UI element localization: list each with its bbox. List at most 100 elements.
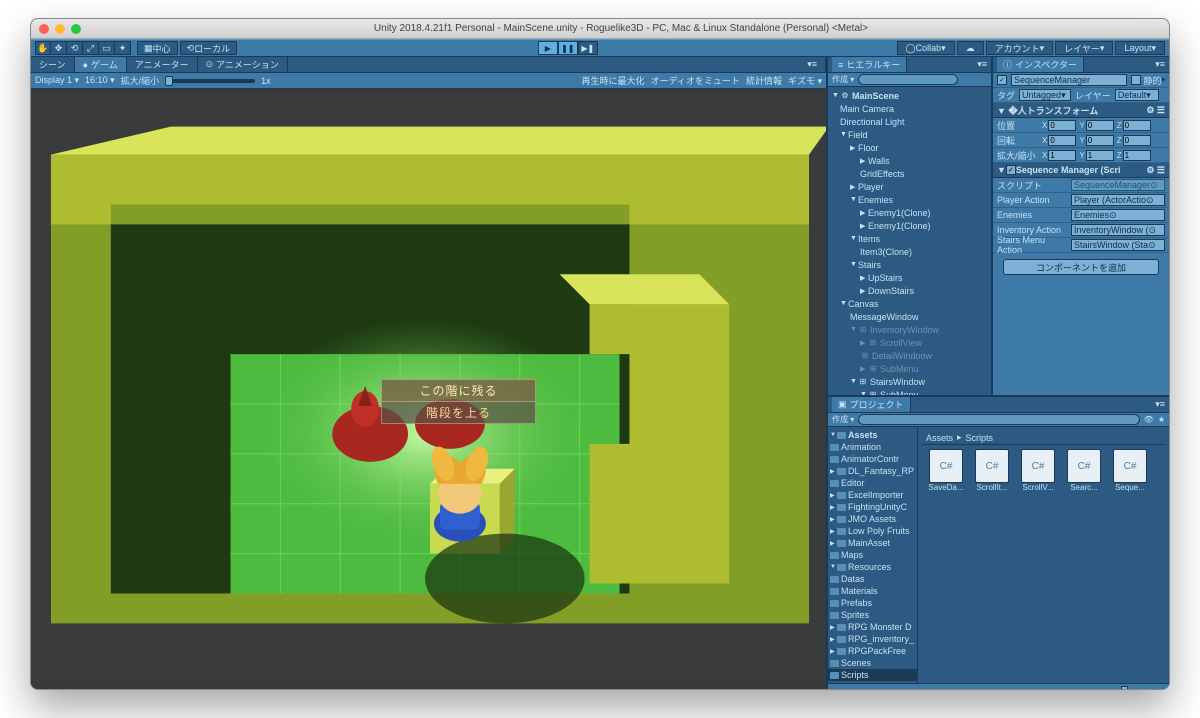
tree-item[interactable]: ▶Enemy1(Clone) xyxy=(828,206,991,219)
scale-x[interactable] xyxy=(1048,150,1076,161)
create-dropdown[interactable]: 作成 ▾ xyxy=(832,74,854,85)
tree-item[interactable]: ▼⊞InventoryWindow xyxy=(828,323,991,336)
step-button[interactable]: ▶❚ xyxy=(578,41,598,55)
tree-item[interactable]: ▶Enemy1(Clone) xyxy=(828,219,991,232)
folder-item[interactable]: ▶RPGPackFree xyxy=(828,645,917,657)
folder-item[interactable]: Editor xyxy=(828,477,917,489)
folder-item[interactable]: Sprites xyxy=(828,609,917,621)
gear-icon[interactable]: ⚙ ☰ xyxy=(1146,165,1165,176)
tree-item[interactable]: ▼⊞StairsWindow xyxy=(828,375,991,388)
layer-dropdown[interactable]: Default ▾ xyxy=(1115,89,1159,101)
asset-item[interactable]: C#Searc... xyxy=(1064,449,1104,492)
folder-item[interactable]: ▼Assets xyxy=(828,429,917,441)
tree-item[interactable]: ▶Player xyxy=(828,180,991,193)
display-dropdown[interactable]: Display 1 ▾ xyxy=(35,75,79,86)
project-tab[interactable]: ▣ プロジェクト xyxy=(832,397,911,412)
rot-z[interactable] xyxy=(1123,135,1151,146)
aspect-dropdown[interactable]: 16:10 ▾ xyxy=(85,75,115,86)
folder-item[interactable]: Scenes xyxy=(828,657,917,669)
folder-item[interactable]: ▶FightingUnityC xyxy=(828,501,917,513)
tag-dropdown[interactable]: Untagged ▾ xyxy=(1019,89,1071,101)
tab-game[interactable]: ● ゲーム xyxy=(75,57,127,72)
tree-item[interactable]: ▼Field xyxy=(828,128,991,141)
account-button[interactable]: アカウント ▾ xyxy=(986,41,1054,55)
tree-item[interactable]: ▶DownStairs xyxy=(828,284,991,297)
hierarchy-tab[interactable]: ≡ ヒエラルキー xyxy=(832,57,907,72)
scale-y[interactable] xyxy=(1086,150,1114,161)
menu-option-climb[interactable]: 階段を上る xyxy=(381,402,536,424)
cloud-button[interactable]: ☁ xyxy=(957,41,984,55)
scene-root[interactable]: ▼⚙MainScene xyxy=(828,89,991,102)
rect-tool-icon[interactable]: ▭ xyxy=(99,41,115,55)
breadcrumb[interactable]: Assets ▸ Scripts xyxy=(922,431,1165,445)
tab-scene[interactable]: シーン xyxy=(31,57,75,72)
tree-item[interactable]: ▼⊞SubMenu xyxy=(828,388,991,395)
static-checkbox[interactable] xyxy=(1131,75,1141,85)
panel-menu-icon[interactable]: ▾≡ xyxy=(1155,399,1165,410)
folder-item[interactable]: Materials xyxy=(828,585,917,597)
folder-item[interactable]: ▶JMO Assets xyxy=(828,513,917,525)
enemies-field[interactable]: Enemies ⊙ xyxy=(1071,209,1165,221)
tree-item[interactable]: ▶UpStairs xyxy=(828,271,991,284)
pause-button[interactable]: ❚❚ xyxy=(558,41,578,55)
tree-item[interactable]: Item3(Clone) xyxy=(828,245,991,258)
tree-item[interactable]: ▼Enemies xyxy=(828,193,991,206)
folder-item[interactable]: Animation xyxy=(828,441,917,453)
minimize-window-icon[interactable] xyxy=(55,24,65,34)
tree-item[interactable]: ▶Floor xyxy=(828,141,991,154)
panel-menu-icon[interactable]: ▾≡ xyxy=(1155,59,1165,70)
tree-item[interactable]: ▼Stairs xyxy=(828,258,991,271)
tree-item[interactable]: ▼Items xyxy=(828,232,991,245)
tree-item[interactable]: ▶⊞ScrollView xyxy=(828,336,991,349)
thumbnail-size-slider[interactable] xyxy=(1101,689,1161,691)
pos-z[interactable] xyxy=(1123,120,1151,131)
inventory-action-field[interactable]: InventoryWindow ( ⊙ xyxy=(1071,224,1165,236)
folder-item[interactable]: Maps xyxy=(828,549,917,561)
create-dropdown[interactable]: 作成 ▾ xyxy=(832,414,854,425)
asset-item[interactable]: C#Seque... xyxy=(1110,449,1150,492)
mute-toggle[interactable]: オーディオをミュート xyxy=(651,74,740,87)
inspector-tab[interactable]: ⓘ インスペクター xyxy=(997,57,1084,72)
asset-item[interactable]: C#ScrollV... xyxy=(1018,449,1058,492)
stairs-menu-field[interactable]: StairsWindow (Sta ⊙ xyxy=(1071,239,1165,251)
scale-tool-icon[interactable]: ⤢ xyxy=(83,41,99,55)
tab-animator[interactable]: アニメーター xyxy=(127,57,198,72)
folder-item[interactable]: AnimatorContr xyxy=(828,453,917,465)
folder-item[interactable]: ▶ExcelImporter xyxy=(828,489,917,501)
pivot-button[interactable]: ▦ 中心 xyxy=(137,41,178,55)
folder-item[interactable]: Datas xyxy=(828,573,917,585)
gear-icon[interactable]: ⚙ ☰ xyxy=(1146,105,1165,116)
rot-y[interactable] xyxy=(1086,135,1114,146)
object-name-field[interactable]: SequenceManager xyxy=(1011,74,1127,86)
hierarchy-search[interactable] xyxy=(858,74,958,85)
play-button[interactable]: ▶ xyxy=(538,41,558,55)
script-component[interactable]: ▼ ✓ Sequence Manager (Scri⚙ ☰ xyxy=(993,163,1169,178)
folder-item[interactable]: ▶DL_Fantasy_RP xyxy=(828,465,917,477)
folder-item[interactable]: ▶MainAsset xyxy=(828,537,917,549)
maximize-toggle[interactable]: 再生時に最大化 xyxy=(582,74,645,87)
layers-button[interactable]: レイヤー ▾ xyxy=(1055,41,1113,55)
folder-item[interactable]: ▼Resources xyxy=(828,561,917,573)
maximize-window-icon[interactable] xyxy=(71,24,81,34)
rotate-tool-icon[interactable]: ⟲ xyxy=(67,41,83,55)
panel-menu-icon[interactable]: ▾≡ xyxy=(977,59,987,70)
folder-item[interactable]: Prefabs xyxy=(828,597,917,609)
player-action-field[interactable]: Player (ActorActio ⊙ xyxy=(1071,194,1165,206)
close-window-icon[interactable] xyxy=(39,24,49,34)
transform-component[interactable]: ▼ �人 トランスフォーム⚙ ☰ xyxy=(993,103,1169,118)
tree-item[interactable]: ▼Canvas xyxy=(828,297,991,310)
tree-item[interactable]: ▶⊞SubMenu xyxy=(828,362,991,375)
add-component-button[interactable]: コンポーネントを追加 xyxy=(1003,259,1159,275)
folder-item[interactable]: ▶RPG_inventory_ xyxy=(828,633,917,645)
hand-tool-icon[interactable]: ✋ xyxy=(35,41,51,55)
tree-item[interactable]: ⊞DetailWindoow xyxy=(828,349,991,362)
tree-item[interactable]: GridEffects xyxy=(828,167,991,180)
folder-item[interactable]: ▶RPG Monster D xyxy=(828,621,917,633)
pos-y[interactable] xyxy=(1086,120,1114,131)
tab-animation[interactable]: ⊙ アニメーション xyxy=(198,57,288,72)
tree-item[interactable]: ▶Walls xyxy=(828,154,991,167)
layout-button[interactable]: Layout ▾ xyxy=(1115,41,1165,55)
folder-item-selected[interactable]: Scripts xyxy=(828,669,917,681)
gizmos-toggle[interactable]: ギズモ ▾ xyxy=(788,74,822,87)
filter-icon[interactable]: ★ xyxy=(1158,415,1165,424)
